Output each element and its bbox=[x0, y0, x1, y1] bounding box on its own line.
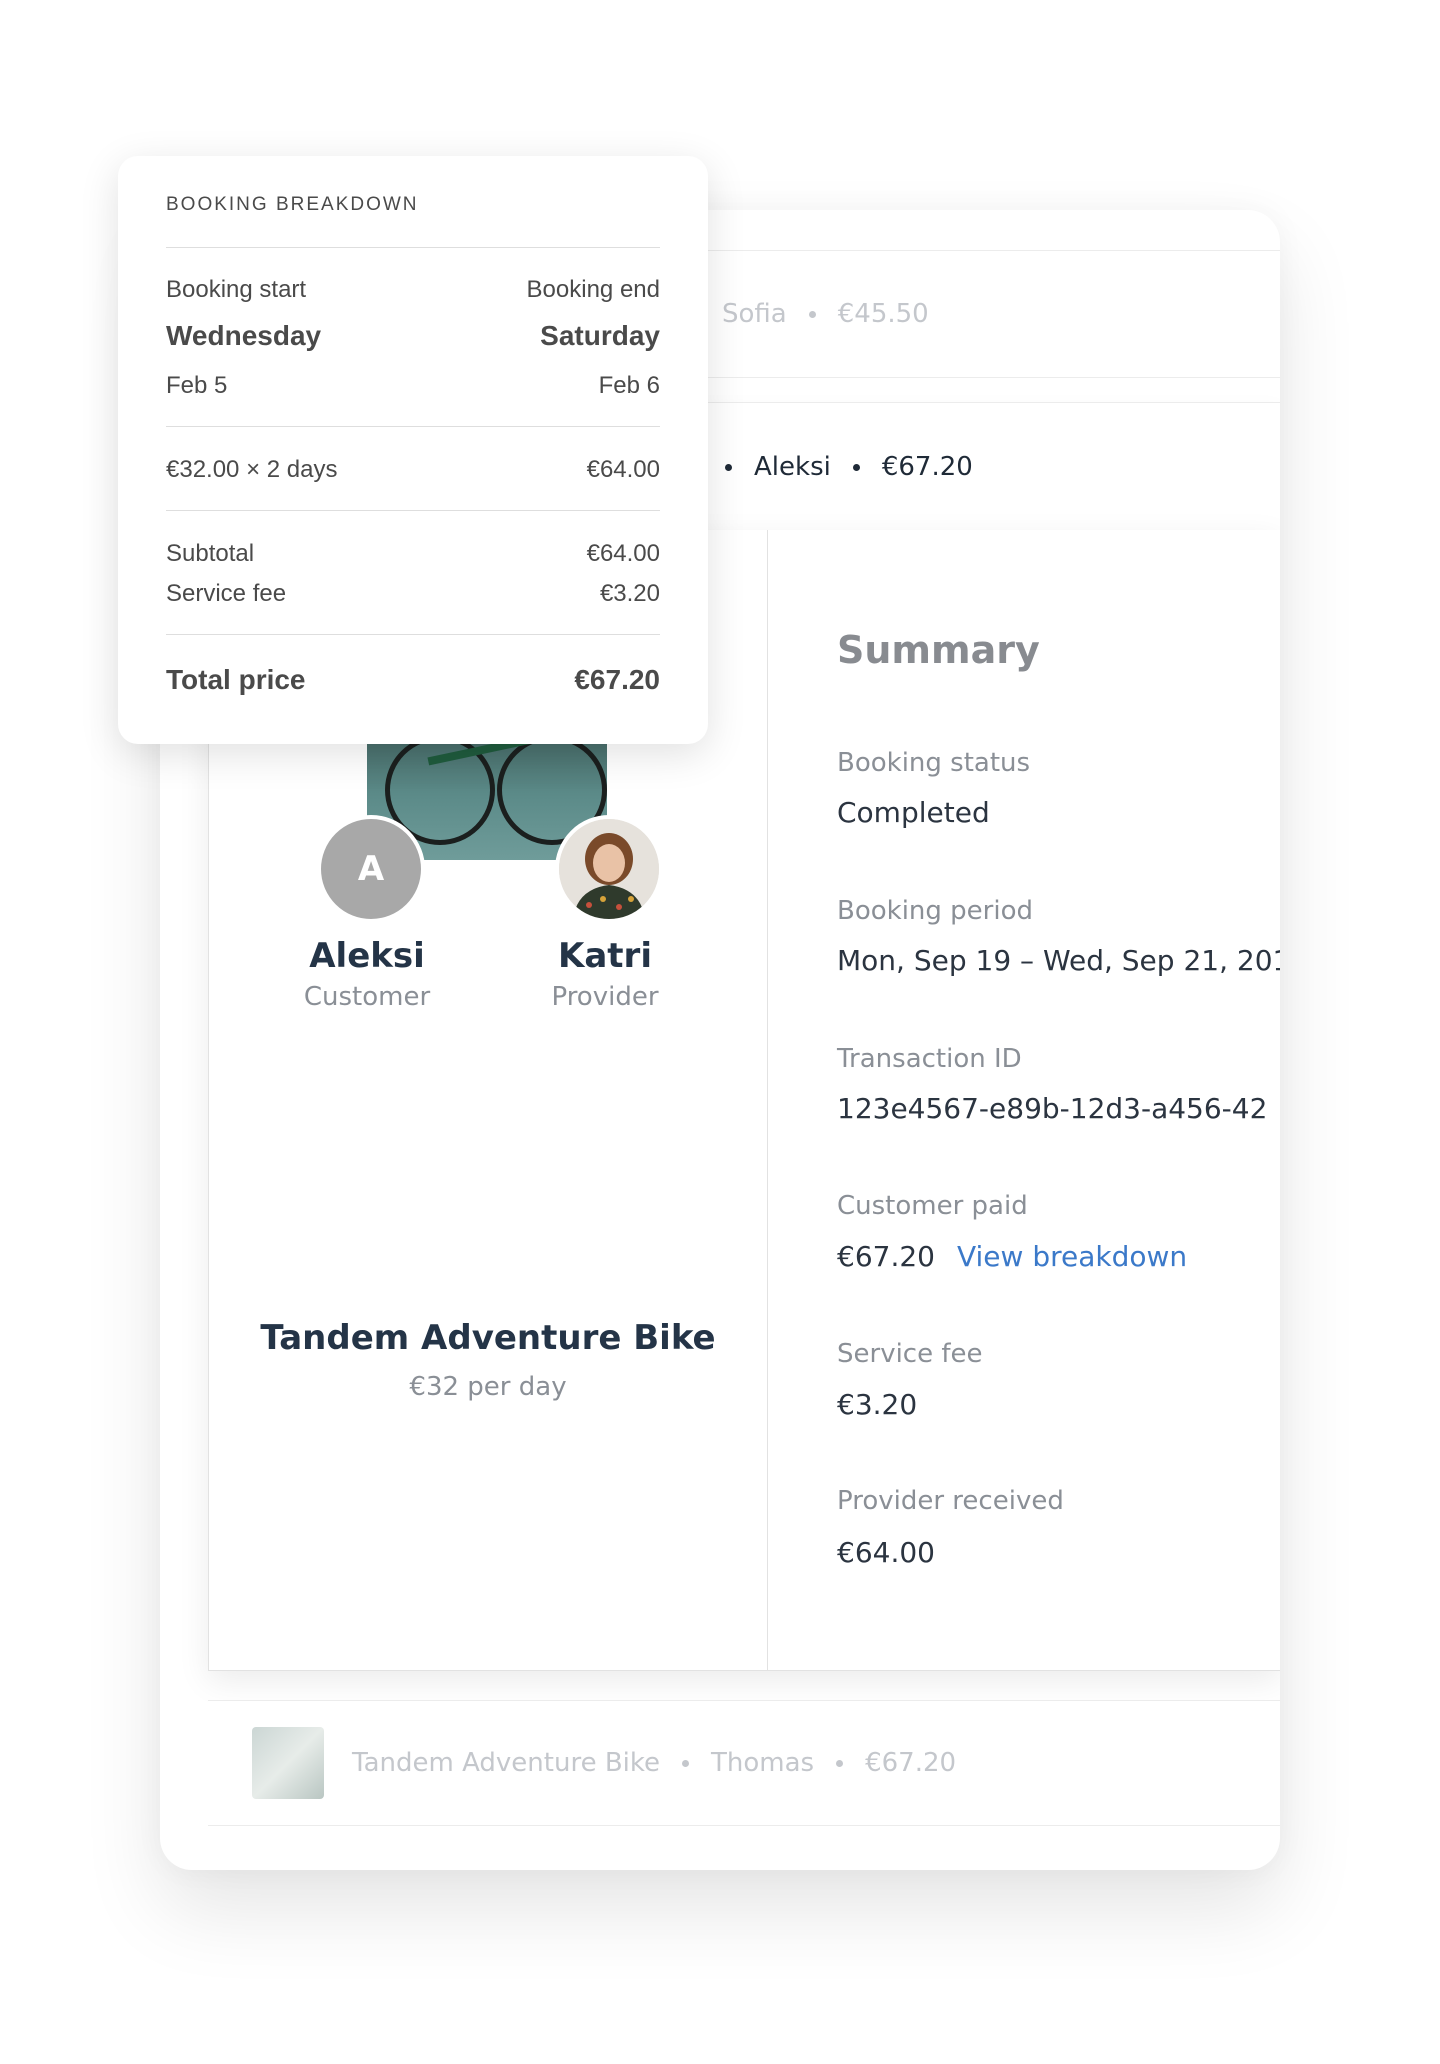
customer-name: Aleksi bbox=[309, 936, 425, 976]
customer-avatar: A bbox=[317, 815, 425, 923]
booking-status-value: Completed bbox=[837, 796, 990, 829]
separator-dot bbox=[808, 311, 816, 318]
row-listing-title: Tandem Adventure Bike bbox=[352, 1748, 661, 1778]
divider bbox=[166, 426, 660, 427]
line-item-value: €64.00 bbox=[586, 456, 660, 483]
booking-start-label: Booking start bbox=[166, 276, 307, 303]
separator-dot bbox=[852, 464, 860, 471]
listing-price: €32 per day bbox=[409, 1372, 567, 1402]
transaction-row-text: Tandem Adventure Bike Thomas €67.20 bbox=[352, 1748, 956, 1778]
booking-start-date: Feb 5 bbox=[166, 372, 228, 399]
service-fee-value: €3.20 bbox=[837, 1388, 918, 1421]
service-fee-value: €3.20 bbox=[599, 580, 660, 607]
provider-role: Provider bbox=[551, 982, 659, 1012]
booking-end-day: Saturday bbox=[540, 320, 660, 351]
customer-paid-label: Customer paid bbox=[837, 1191, 1028, 1221]
row-price: €67.20 bbox=[881, 452, 973, 482]
booking-status-label: Booking status bbox=[837, 748, 1031, 778]
transaction-id-label: Transaction ID bbox=[837, 1044, 1022, 1074]
service-fee-label: Service fee bbox=[837, 1339, 983, 1369]
customer-initial: A bbox=[357, 849, 385, 889]
provider-avatar bbox=[555, 815, 663, 923]
divider bbox=[166, 510, 660, 511]
subtotal-label: Subtotal bbox=[166, 540, 255, 567]
customer-paid-value: €67.20 bbox=[837, 1240, 935, 1273]
row-customer-name: Thomas bbox=[711, 1748, 815, 1778]
transaction-row-text: Aleksi €67.20 bbox=[725, 452, 973, 482]
provider-name: Katri bbox=[558, 936, 652, 976]
transaction-id-value: 123e4567-e89b-12d3-a456-42 bbox=[837, 1092, 1268, 1125]
transaction-row-text: Sofia €45.50 bbox=[722, 299, 929, 329]
divider bbox=[166, 247, 660, 248]
service-fee-label: Service fee bbox=[166, 580, 287, 607]
panel-divider bbox=[767, 530, 768, 1670]
total-price-label: Total price bbox=[166, 664, 306, 695]
booking-end-label: Booking end bbox=[526, 276, 660, 303]
booking-end-date: Feb 6 bbox=[598, 372, 660, 399]
row-price: €67.20 bbox=[865, 1748, 957, 1778]
customer-role: Customer bbox=[303, 982, 431, 1012]
separator-dot bbox=[682, 1760, 690, 1767]
view-breakdown-link[interactable]: View breakdown bbox=[957, 1240, 1187, 1273]
listing-title[interactable]: Tandem Adventure Bike bbox=[209, 1318, 767, 1358]
listing-thumbnail bbox=[252, 1727, 324, 1799]
booking-period-label: Booking period bbox=[837, 896, 1034, 926]
line-item-label: €32.00 × 2 days bbox=[166, 456, 338, 483]
breakdown-title: BOOKING BREAKDOWN bbox=[166, 194, 419, 215]
booking-start-day: Wednesday bbox=[166, 320, 322, 351]
separator-dot bbox=[836, 1760, 844, 1767]
summary-title: Summary bbox=[837, 628, 1040, 672]
provider-received-value: €64.00 bbox=[837, 1536, 935, 1569]
customer-paid-row: €67.20 View breakdown bbox=[837, 1240, 1187, 1273]
subtotal-value: €64.00 bbox=[586, 540, 660, 567]
booking-breakdown-popover: BOOKING BREAKDOWN Booking start Booking … bbox=[118, 156, 708, 744]
booking-period-value: Mon, Sep 19 – Wed, Sep 21, 201 bbox=[837, 944, 1280, 977]
total-price-value: €67.20 bbox=[574, 664, 660, 695]
separator-dot bbox=[725, 464, 732, 471]
row-price: €45.50 bbox=[837, 299, 929, 329]
row-customer-name: Aleksi bbox=[754, 452, 831, 482]
transaction-row[interactable]: Tandem Adventure Bike Thomas €67.20 bbox=[208, 1700, 1280, 1826]
divider bbox=[166, 634, 660, 635]
provider-received-label: Provider received bbox=[837, 1486, 1064, 1516]
row-customer-name: Sofia bbox=[722, 299, 787, 329]
